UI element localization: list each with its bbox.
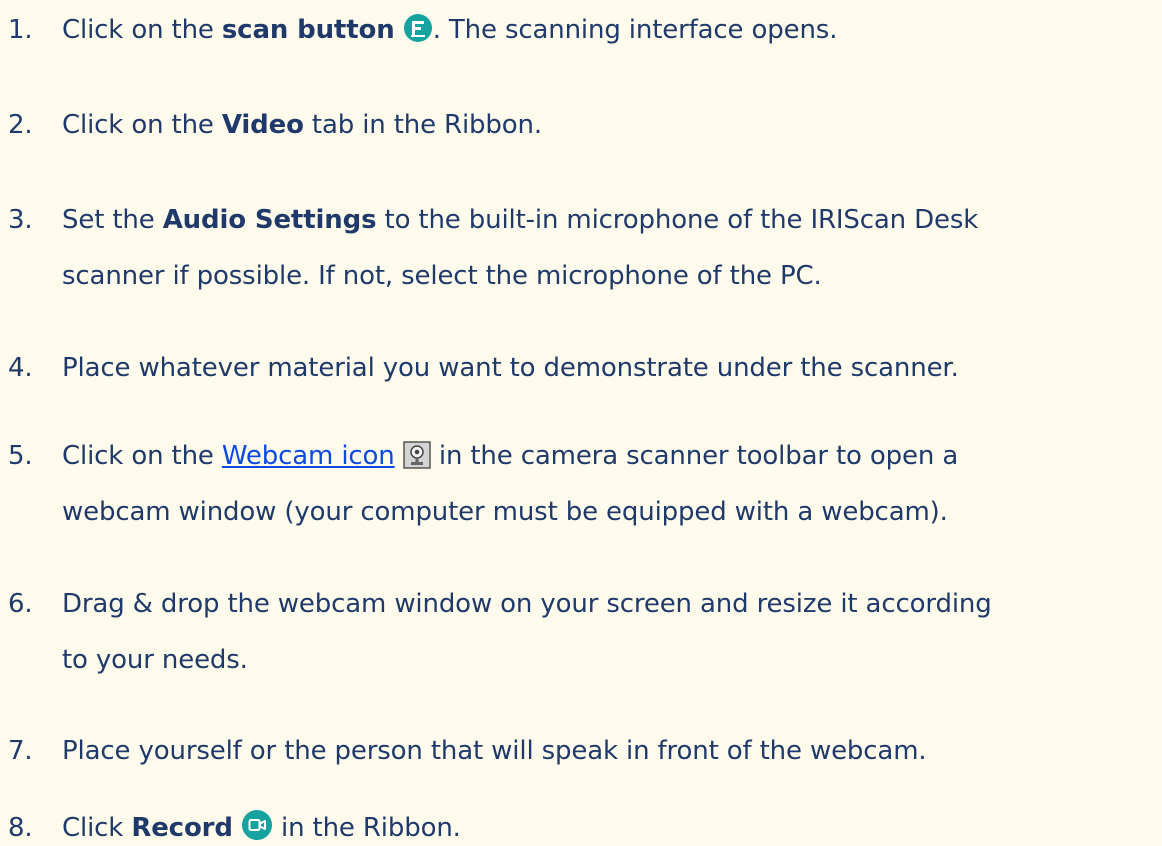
step-number: 1. bbox=[8, 15, 33, 45]
webcam-icon-link[interactable]: Webcam icon bbox=[222, 441, 395, 471]
step-text-after: tab in the Ribbon. bbox=[303, 110, 542, 140]
step-4: 4. Place whatever material you want to de… bbox=[8, 352, 1158, 384]
step-text: Set the bbox=[62, 205, 163, 235]
step-number: 5. bbox=[8, 441, 33, 471]
step-5-line-2: webcam window (your computer must be equ… bbox=[62, 497, 948, 527]
step-6: 6. Drag & drop the webcam window on your … bbox=[8, 588, 1158, 620]
scan-button-icon bbox=[403, 13, 433, 43]
instruction-list: 1. Click on the scan button . The scannin… bbox=[0, 0, 1162, 846]
step-number: 3. bbox=[8, 205, 33, 235]
step-text-after: to the built-in microphone of the IRISca… bbox=[376, 205, 979, 235]
step-text: Click bbox=[62, 813, 132, 843]
step-text: Drag & drop the webcam window on your sc… bbox=[62, 589, 992, 619]
step-text: Place yourself or the person that will s… bbox=[62, 736, 927, 766]
step-3: 3. Set the Audio Settings to the built-in… bbox=[8, 204, 1158, 236]
step-number: 7. bbox=[8, 736, 33, 766]
step-5: 5. Click on the Webcam icon in the camera… bbox=[8, 440, 1158, 472]
step-bold: Video bbox=[221, 110, 304, 140]
step-bold: scan button bbox=[221, 15, 395, 45]
webcam-icon bbox=[403, 441, 431, 469]
step-number: 8. bbox=[8, 813, 33, 843]
step-text-after: in the camera scanner toolbar to open a bbox=[430, 441, 959, 471]
step-number: 6. bbox=[8, 589, 33, 619]
step-7: 7. Place yourself or the person that will… bbox=[8, 735, 1158, 767]
step-text-after: . The scanning interface opens. bbox=[432, 15, 838, 45]
step-text: Click on the bbox=[62, 15, 222, 45]
step-bold: Record bbox=[131, 813, 233, 843]
step-number: 4. bbox=[8, 353, 33, 383]
step-2: 2. Click on the Video tab in the Ribbon. bbox=[8, 109, 1158, 141]
record-icon bbox=[241, 809, 273, 841]
step-text: Place whatever material you want to demo… bbox=[62, 353, 959, 383]
step-text: Click on the bbox=[62, 441, 222, 471]
step-text-after: in the Ribbon. bbox=[272, 813, 461, 843]
step-3-line-2: scanner if possible. If not, select the … bbox=[62, 261, 822, 291]
step-number: 2. bbox=[8, 110, 33, 140]
step-text: Click on the bbox=[62, 110, 222, 140]
step-bold: Audio Settings bbox=[162, 205, 377, 235]
step-1: 1. Click on the scan button . The scannin… bbox=[8, 13, 1158, 46]
step-6-line-2: to your needs. bbox=[62, 645, 248, 675]
step-8: 8. Click Record in the Ribbon. bbox=[8, 809, 1158, 844]
